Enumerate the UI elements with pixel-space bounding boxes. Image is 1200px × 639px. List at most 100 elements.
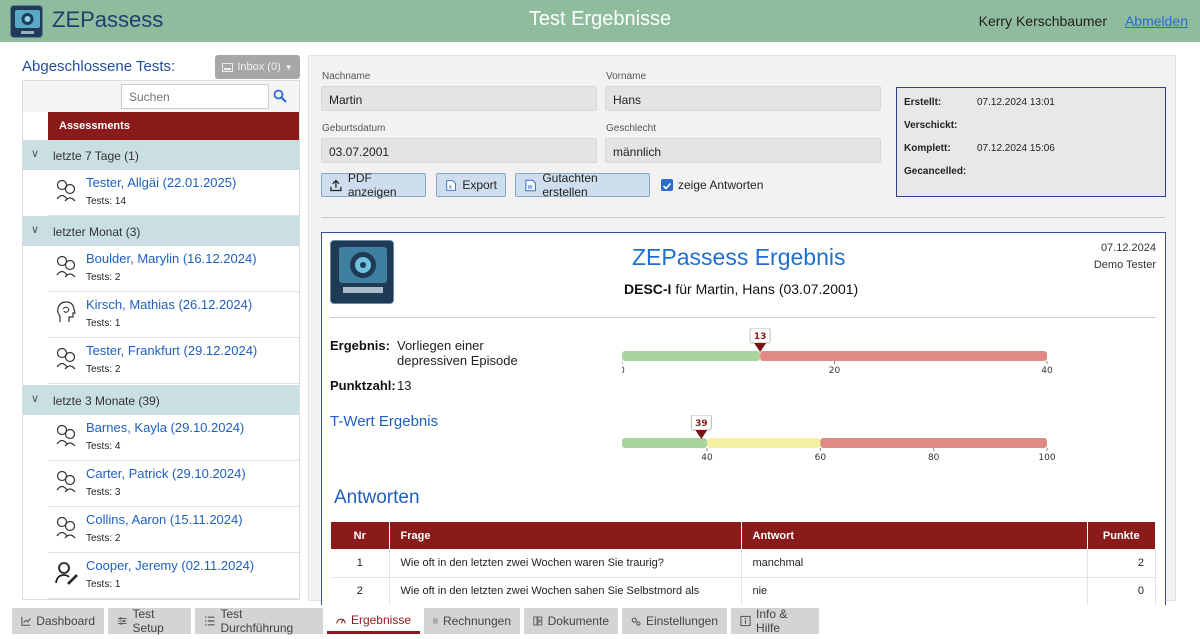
chevron-down-icon: ∨	[31, 393, 40, 405]
patient-name[interactable]: Barnes, Kayla (29.10.2024)	[86, 420, 244, 435]
punktzahl-value: 13	[397, 378, 412, 393]
col-antwort: Antwort	[741, 522, 1088, 549]
tests-count: Tests: 14	[86, 196, 127, 207]
report-date: 07.12.2024	[1100, 242, 1156, 254]
gauge-segment	[820, 438, 1047, 448]
chevron-down-icon: ∨	[31, 224, 40, 236]
tab-label: Info & Hilfe	[756, 607, 788, 635]
inbox-label: Inbox (0)	[237, 61, 281, 73]
patient-name[interactable]: Tester, Allgäi (22.01.2025)	[86, 175, 236, 190]
tests-count: Tests: 1	[86, 318, 121, 329]
group-last-3-months[interactable]: ∨ letzte 3 Monate (39)	[23, 385, 299, 415]
tests-count: Tests: 3	[86, 487, 121, 498]
list-item[interactable]: Collins, Aaron (15.11.2024) Tests: 2	[48, 507, 299, 553]
inbox-button[interactable]: Inbox (0) ▼	[215, 55, 300, 79]
excel-file-icon: x	[446, 179, 456, 191]
gauge-value-label: 13	[754, 332, 767, 342]
check-icon	[662, 182, 672, 190]
gauge-marker	[754, 343, 767, 352]
status-box: Erstellt: 07.12.2024 13:01 Verschickt: K…	[896, 87, 1166, 197]
group-last-7-days[interactable]: ∨ letzte 7 Tage (1)	[23, 140, 299, 170]
multi-person-icon	[56, 470, 76, 493]
tests-count: Tests: 2	[86, 533, 121, 544]
patient-name[interactable]: Tester, Frankfurt (29.12.2024)	[86, 343, 257, 358]
tab-label: Dashboard	[36, 614, 95, 628]
result-report: ZEPassess Ergebnis DESC-I für Martin, Ha…	[321, 232, 1166, 612]
patient-name[interactable]: Boulder, Marylin (16.12.2024)	[86, 251, 257, 266]
patient-name[interactable]: Cooper, Jeremy (02.11.2024)	[86, 558, 254, 573]
document-icon	[433, 618, 438, 624]
patient-name[interactable]: Kirsch, Mathias (26.12.2024)	[86, 297, 252, 312]
pdf-button[interactable]: PDF anzeigen	[321, 171, 426, 199]
gecancelled-label: Gecancelled:	[904, 166, 967, 177]
logout-link[interactable]: Abmelden	[1125, 13, 1188, 29]
gutachten-label: Gutachten erstellen	[542, 171, 598, 199]
gauge-segment	[760, 351, 1047, 361]
tab-ergebnisse[interactable]: Ergebnisse	[327, 608, 420, 634]
komplett-label: Komplett:	[904, 143, 951, 154]
komplett-value: 07.12.2024 15:06	[977, 143, 1055, 154]
report-tester: Demo Tester	[1093, 259, 1156, 271]
multi-person-icon	[56, 179, 76, 202]
chevron-down-icon: ▼	[284, 62, 293, 72]
gauge-tick-label: 100	[1038, 453, 1055, 463]
list-item[interactable]: Tester, Allgäi (22.01.2025) Tests: 14	[48, 170, 299, 216]
list-item[interactable]: Cooper, Jeremy (02.11.2024) Tests: 1	[48, 553, 299, 599]
group-label: letzte 7 Tage (1)	[53, 149, 139, 163]
list-item[interactable]: Barnes, Kayla (29.10.2024) Tests: 4	[48, 415, 299, 461]
answers-table: Nr Frage Antwort Punkte 1 Wie oft in den…	[331, 522, 1156, 606]
tab-label: Test Setup	[132, 607, 164, 635]
geschlecht-label: Geschlecht	[606, 123, 657, 134]
chart-icon	[21, 616, 31, 626]
completed-tests-title: Abgeschlossene Tests:	[22, 58, 176, 75]
group-last-month[interactable]: ∨ letzter Monat (3)	[23, 216, 299, 246]
patient-name[interactable]: Carter, Patrick (29.10.2024)	[86, 466, 246, 481]
tab-dokumente[interactable]: Dokumente	[524, 608, 618, 634]
tab-einstellungen[interactable]: Einstellungen	[622, 608, 727, 634]
nachname-label: Nachname	[322, 71, 371, 82]
cell-punkte: 2	[1087, 549, 1156, 578]
gutachten-button[interactable]: w Gutachten erstellen	[515, 171, 650, 199]
erstellt-value: 07.12.2024 13:01	[977, 97, 1055, 108]
gears-icon	[631, 617, 641, 626]
gauge-segment	[622, 438, 707, 448]
group-label: letzte 3 Monate (39)	[53, 394, 160, 408]
punktzahl-label: Punktzahl:	[330, 378, 396, 393]
cell-antwort: manchmal	[741, 549, 1088, 578]
assessment-list-panel: Assessments ∨ letzte 7 Tage (1) Tester, …	[22, 80, 300, 600]
table-row: 2 Wie oft in den letzten zwei Wochen sah…	[331, 577, 1156, 606]
show-answers-checkbox[interactable]	[661, 179, 673, 191]
report-divider	[330, 317, 1156, 318]
folder-icon	[533, 616, 543, 626]
tab-rechnungen[interactable]: Rechnungen	[424, 608, 520, 634]
list-item[interactable]: Kirsch, Mathias (26.12.2024) Tests: 1	[48, 292, 299, 338]
gauge-marker	[695, 430, 708, 439]
gauge-tick-label: 40	[1041, 366, 1053, 376]
list-item[interactable]: Tester, Frankfurt (29.12.2024) Tests: 2	[48, 338, 299, 384]
report-subtitle: DESC-I für Martin, Hans (03.07.2001)	[624, 281, 858, 297]
list-item[interactable]: Carter, Patrick (29.10.2024) Tests: 3	[48, 461, 299, 507]
list-item[interactable]: Boulder, Marylin (16.12.2024) Tests: 2	[48, 246, 299, 292]
tab-label: Rechnungen	[442, 614, 511, 628]
t-value-title: T-Wert Ergebnis	[330, 413, 439, 430]
ergebnis-value: Vorliegen einer depressiven Episode	[397, 338, 518, 368]
gauge-segment	[622, 351, 761, 361]
tab-info-hilfe[interactable]: Info & Hilfe	[731, 607, 819, 635]
tab-label: Einstellungen	[645, 614, 718, 628]
tab-dashboard[interactable]: Dashboard	[12, 608, 104, 634]
gauge-tick-label: 20	[829, 366, 841, 376]
tab-label: Dokumente	[547, 614, 609, 628]
tab-test-setup[interactable]: Test Setup	[108, 607, 191, 635]
chevron-down-icon: ∨	[31, 148, 40, 160]
tests-count: Tests: 1	[86, 579, 121, 590]
tab-test-durchfuehrung[interactable]: Test Durchführung	[195, 607, 323, 635]
gauge-tick-label: 60	[815, 453, 827, 463]
cell-nr: 2	[331, 577, 390, 606]
word-file-icon: w	[525, 179, 536, 191]
geburtsdatum-field: 03.07.2001	[321, 138, 597, 163]
search-input[interactable]	[121, 84, 269, 109]
search-icon[interactable]	[273, 89, 287, 103]
export-button[interactable]: x Export	[436, 173, 506, 197]
patient-name[interactable]: Collins, Aaron (15.11.2024)	[86, 512, 243, 527]
col-frage: Frage	[389, 522, 742, 549]
